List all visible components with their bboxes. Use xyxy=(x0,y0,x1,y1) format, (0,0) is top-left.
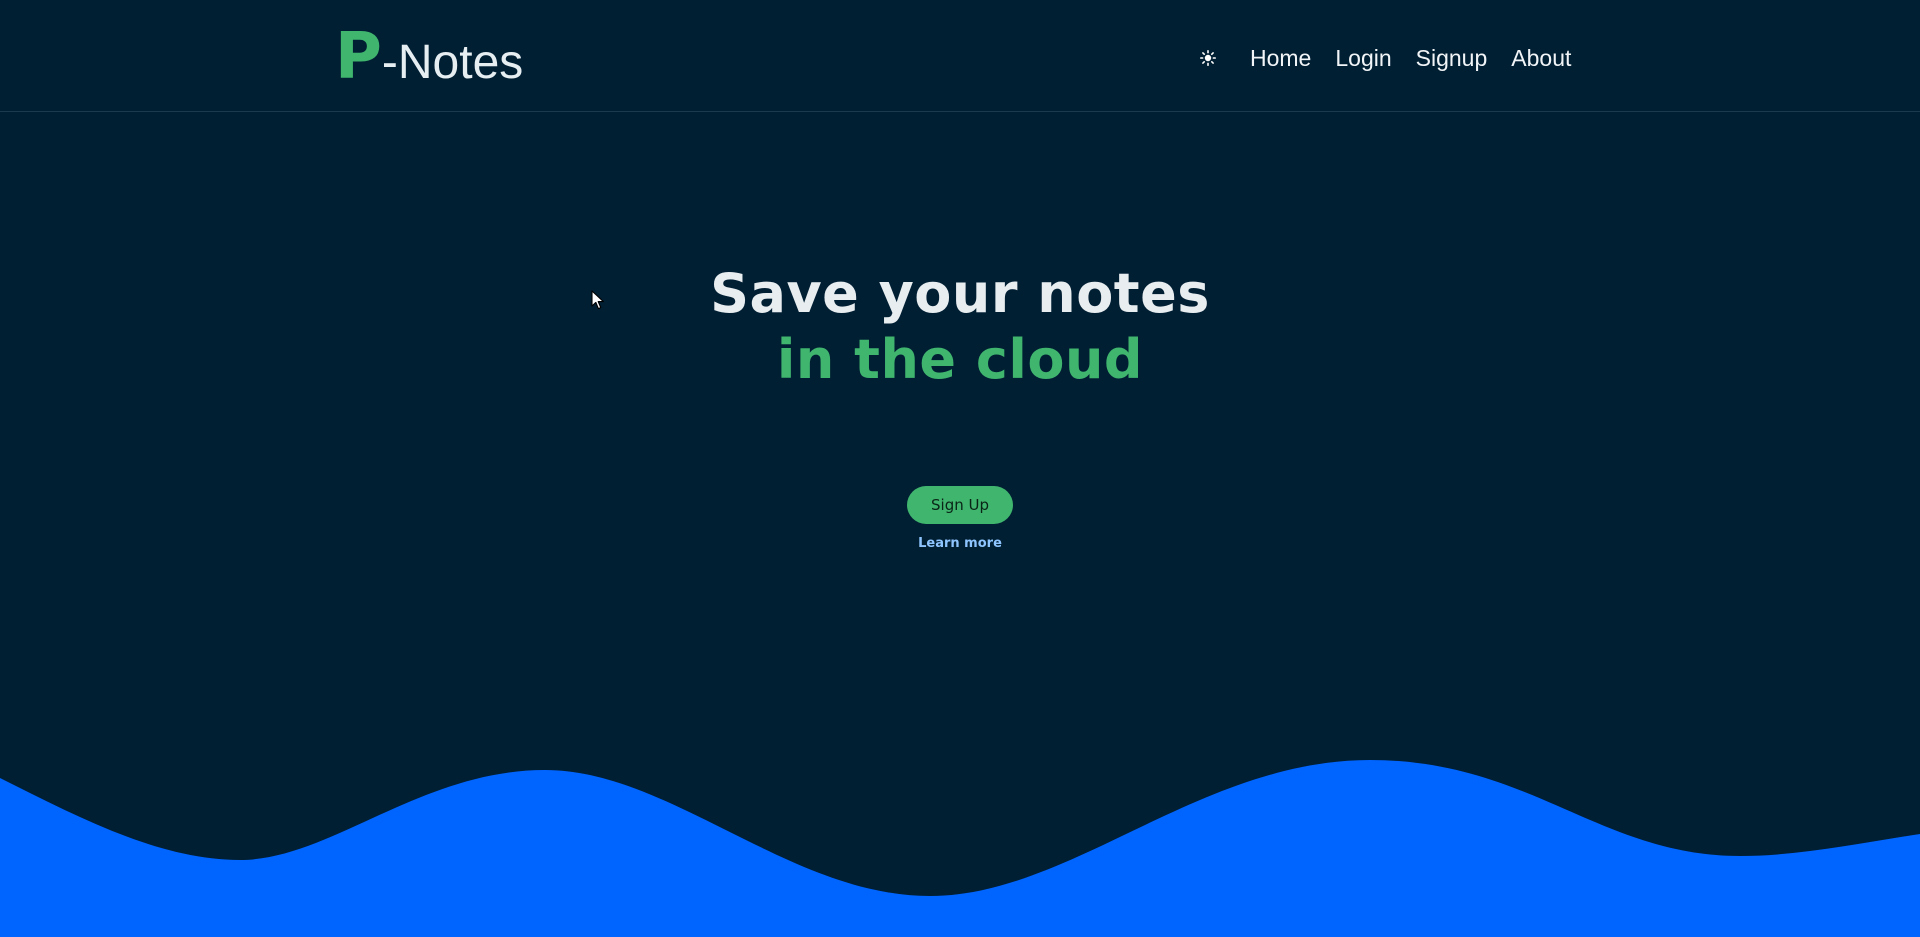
nav-link-about[interactable]: About xyxy=(1511,36,1571,80)
hero-title-line1: Save your notes xyxy=(710,262,1210,325)
wave-shape xyxy=(0,760,1920,937)
hero-title-line2: in the cloud xyxy=(776,328,1144,391)
sun-icon xyxy=(1200,50,1216,66)
mouse-cursor-icon xyxy=(591,290,604,310)
landing-page: P -Notes Home Login Signup About Save yo… xyxy=(0,0,1920,937)
nav-link-signup[interactable]: Signup xyxy=(1416,36,1488,80)
nav-link-home[interactable]: Home xyxy=(1250,36,1311,80)
decorative-wave xyxy=(0,760,1920,937)
theme-toggle-button[interactable] xyxy=(1196,46,1220,70)
nav-link-login[interactable]: Login xyxy=(1335,36,1391,80)
signup-button[interactable]: Sign Up xyxy=(907,486,1013,524)
brand-logo-letter: P xyxy=(335,20,382,94)
brand-logo[interactable]: P -Notes xyxy=(335,22,523,92)
navbar: P -Notes Home Login Signup About xyxy=(0,0,1920,112)
brand-logo-text: -Notes xyxy=(381,36,524,89)
learn-more-link[interactable]: Learn more xyxy=(0,536,1920,551)
nav-menu: Home Login Signup About xyxy=(1196,36,1571,80)
